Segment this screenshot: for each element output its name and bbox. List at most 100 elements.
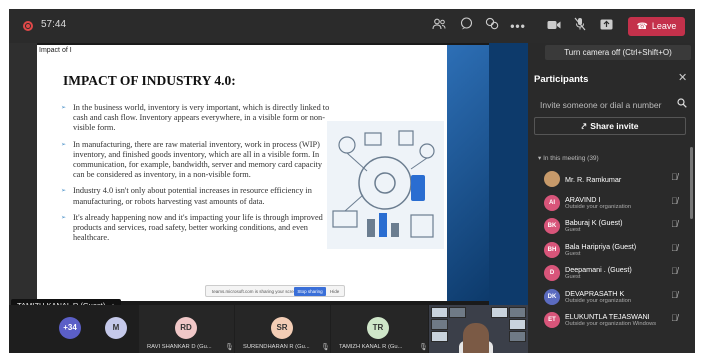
chat-icon[interactable] bbox=[457, 17, 475, 35]
avatar: BH bbox=[544, 241, 560, 258]
mic-off-icon: 🎙̸ bbox=[671, 242, 678, 253]
presentation-slide: Impact of I IMPACT OF INDUSTRY 4.0: In t… bbox=[37, 45, 489, 301]
avatar: RD bbox=[175, 317, 197, 339]
avatar: AI bbox=[544, 194, 560, 211]
participant-subtitle: Guest bbox=[565, 274, 581, 280]
participant-item[interactable]: AI ARAVIND I Outside your organization 🎙… bbox=[528, 193, 695, 217]
mic-off-icon: 🎙̸ bbox=[671, 289, 678, 300]
avatar: SR bbox=[271, 317, 293, 339]
participant-tile[interactable]: SR SURENDHARAN R (Gu... 🎙 bbox=[235, 305, 330, 353]
slide-bullet: Industry 4.0 isn't only about potential … bbox=[61, 186, 333, 206]
participant-subtitle: Outside your organization bbox=[565, 297, 632, 304]
participant-name: Baburaj K (Guest) bbox=[565, 218, 623, 227]
avatar: ET bbox=[544, 312, 560, 328]
tile-name: SURENDHARAN R (Gu... bbox=[243, 344, 310, 350]
industry-illustration bbox=[327, 121, 444, 249]
share-invite-label: Share invite bbox=[590, 121, 639, 131]
participant-tile[interactable]: RD RAVI SHANKAR D (Gu... 🎙 bbox=[139, 305, 234, 353]
video-cell bbox=[431, 319, 448, 330]
meeting-timer: 57:44 bbox=[41, 19, 67, 30]
participant-tile[interactable]: TR TAMIZH KANAL R (Gu... 🎙 bbox=[331, 305, 428, 353]
slide-corner-label: Impact of I bbox=[39, 47, 72, 54]
participant-subtitle: Guest bbox=[565, 227, 581, 233]
mic-off-icon: 🎙 bbox=[225, 344, 234, 351]
leave-label: Leave bbox=[651, 21, 677, 31]
video-cell bbox=[431, 331, 448, 342]
avatar bbox=[544, 171, 560, 187]
mic-off-icon: 🎙̸ bbox=[671, 313, 678, 323]
share-banner-text: teams.microsoft.com is sharing your scre… bbox=[212, 289, 301, 294]
screen-share-banner: teams.microsoft.com is sharing your scre… bbox=[205, 285, 345, 297]
shared-screen: Impact of I IMPACT OF INDUSTRY 4.0: In t… bbox=[9, 43, 528, 312]
mic-off-icon: 🎙̸ bbox=[671, 172, 678, 182]
panel-title: Participants bbox=[534, 74, 589, 85]
tile-name: RAVI SHANKAR D (Gu... bbox=[147, 344, 212, 350]
mic-off-icon: 🎙̸ bbox=[671, 219, 678, 229]
meeting-toolbar: 57:44 ••• ☎ Leave bbox=[9, 9, 695, 43]
close-icon[interactable]: ✕ bbox=[678, 71, 687, 84]
people-icon[interactable] bbox=[430, 17, 448, 35]
reactions-icon[interactable] bbox=[483, 17, 501, 35]
more-icon[interactable]: ••• bbox=[509, 17, 527, 35]
search-icon[interactable] bbox=[677, 98, 687, 111]
slide-title: IMPACT OF INDUSTRY 4.0: bbox=[63, 73, 236, 88]
slide-decoration bbox=[447, 45, 489, 301]
participant-strip: +34 M RD RAVI SHANKAR D (Gu... 🎙 SR SURE… bbox=[9, 305, 528, 353]
participants-panel: Participants ✕ Invite someone or dial a … bbox=[528, 43, 695, 353]
participant-item[interactable]: ET ELUKUNTLA TEJASWANI Outside your orga… bbox=[528, 310, 695, 334]
video-cell bbox=[509, 319, 526, 330]
participant-name: Bala Haripriya (Guest) bbox=[565, 241, 637, 251]
person-head bbox=[463, 323, 489, 353]
in-meeting-header[interactable]: ▾ In this meeting (39) bbox=[538, 154, 599, 162]
participant-subtitle: Guest bbox=[565, 250, 581, 257]
mouse-cursor bbox=[423, 293, 427, 297]
mic-off-icon: 🎙 bbox=[321, 344, 330, 351]
video-cell bbox=[509, 331, 526, 342]
overflow-count: +34 bbox=[59, 317, 81, 339]
share-invite-button[interactable]: ⤤ Share invite bbox=[534, 117, 686, 135]
participant-name: Mr. R. Ramkumar bbox=[565, 175, 622, 184]
video-cell bbox=[431, 307, 448, 318]
video-cell bbox=[449, 307, 466, 318]
mic-off-icon: 🎙 bbox=[419, 344, 428, 351]
slide-bullet: In the business world, inventory is very… bbox=[61, 103, 333, 134]
participant-item[interactable]: D Deepamani . (Guest) Guest 🎙̸ bbox=[528, 263, 695, 287]
hide-banner-link[interactable]: Hide bbox=[330, 286, 339, 297]
stop-sharing-button[interactable]: Stop sharing bbox=[294, 287, 326, 296]
mic-off-icon: 🎙̸ bbox=[671, 266, 678, 276]
avatar: DK bbox=[544, 288, 560, 305]
teams-meeting-window: 57:44 ••• ☎Leave Impact of I IMPACT OF bbox=[9, 9, 695, 353]
participant-name: ARAVIND I bbox=[565, 194, 601, 204]
slide-bullets: In the business world, inventory is very… bbox=[61, 103, 333, 249]
slide-sidebar bbox=[9, 43, 37, 305]
leave-button[interactable]: ☎ Leave bbox=[628, 17, 685, 36]
invite-input[interactable]: Invite someone or dial a number bbox=[540, 100, 661, 110]
video-cell bbox=[509, 307, 526, 318]
self-video-tile[interactable] bbox=[429, 305, 528, 353]
participant-name: ELUKUNTLA TEJASWANI bbox=[565, 312, 650, 321]
phone-hangup-icon: ☎ bbox=[636, 21, 648, 31]
tile-name: TAMIZH KANAL R (Gu... bbox=[339, 344, 403, 350]
mic-off-icon[interactable] bbox=[571, 17, 589, 35]
slide-bullet: In manufacturing, there are raw material… bbox=[61, 140, 333, 181]
participant-item[interactable]: BH Bala Haripriya (Guest) Guest 🎙̸ bbox=[528, 240, 695, 264]
participant-item[interactable]: DK DEVAPRASATH K Outside your organizati… bbox=[528, 287, 695, 311]
participant-item[interactable]: BK Baburaj K (Guest) Guest 🎙̸ bbox=[528, 216, 695, 240]
participant-item[interactable]: Mr. R. Ramkumar 🎙̸ bbox=[528, 169, 695, 193]
chevron-down-icon: ▾ bbox=[538, 155, 542, 162]
recording-icon bbox=[23, 21, 33, 31]
avatar: M bbox=[105, 317, 127, 339]
participant-name: Deepamani . (Guest) bbox=[565, 265, 632, 274]
participant-tile[interactable]: M bbox=[99, 305, 139, 353]
mic-off-icon: 🎙̸ bbox=[671, 195, 678, 206]
participant-subtitle: Outside your organization Windows bbox=[565, 321, 657, 327]
camera-icon[interactable] bbox=[545, 17, 563, 35]
slide-edge bbox=[489, 43, 528, 305]
avatar: BK bbox=[544, 218, 560, 234]
in-meeting-label: In this meeting (39) bbox=[543, 155, 599, 162]
avatar: TR bbox=[367, 317, 389, 339]
slide-bullet: It's already happening now and it's impa… bbox=[61, 213, 333, 244]
participant-name: DEVAPRASATH K bbox=[565, 288, 625, 298]
participant-subtitle: Outside your organization bbox=[565, 203, 632, 210]
share-tray-icon[interactable] bbox=[597, 17, 615, 35]
